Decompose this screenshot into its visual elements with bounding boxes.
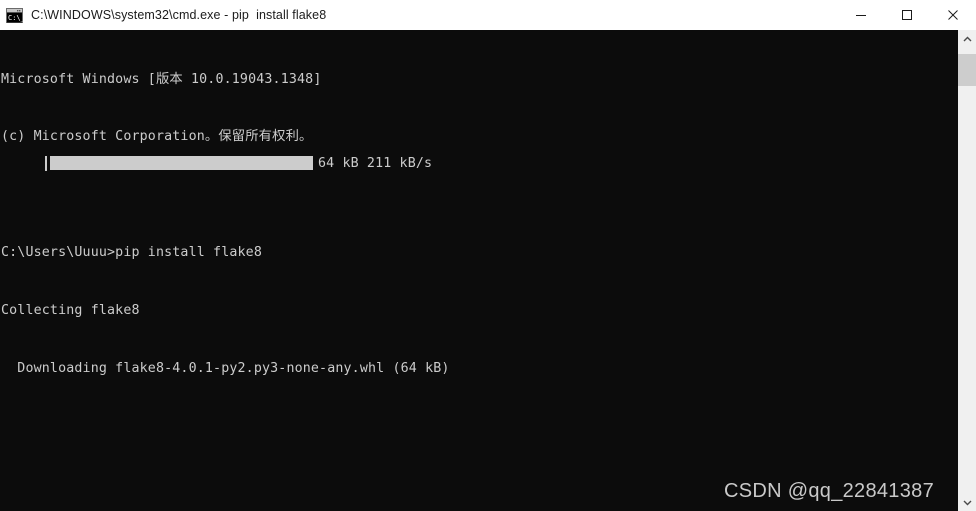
progress-stats-text: 64 kB 211 kB/s [318, 156, 433, 171]
window-title: C:\WINDOWS\system32\cmd.exe - pip instal… [31, 8, 327, 22]
scroll-up-icon [963, 30, 972, 48]
scrollbar-thumb[interactable] [958, 54, 976, 86]
window-titlebar[interactable]: C:\_ C:\WINDOWS\system32\cmd.exe - pip i… [0, 0, 976, 30]
vertical-scrollbar[interactable] [958, 30, 976, 511]
download-progress-line: 64 kB 211 kB/s [0, 154, 958, 173]
maximize-icon [901, 9, 913, 21]
console-line: (c) Microsoft Corporation。保留所有权利。 [1, 129, 313, 145]
cmd-console-icon: C:\_ [6, 7, 26, 23]
console-line: Downloading flake8-4.0.1-py2.py3-none-an… [1, 361, 450, 377]
maximize-button[interactable] [884, 0, 930, 30]
window-controls [838, 0, 976, 30]
scrollbar-track[interactable] [958, 48, 976, 493]
progress-bar-fill [50, 156, 313, 170]
svg-text:C:\_: C:\_ [8, 14, 23, 22]
minimize-button[interactable] [838, 0, 884, 30]
minimize-icon [855, 9, 867, 21]
console-prompt-line: C:\Users\Uuuu>pip install flake8 [1, 245, 262, 261]
scroll-down-icon [963, 493, 972, 511]
console-line: Collecting flake8 [1, 303, 140, 319]
console-output-area[interactable]: Microsoft Windows [版本 10.0.19043.1348] (… [0, 30, 958, 511]
csdn-watermark: CSDN @qq_22841387 [724, 480, 934, 502]
progress-bar-start-marker [45, 156, 47, 171]
close-icon [947, 9, 959, 21]
console-text-block: Microsoft Windows [版本 10.0.19043.1348] (… [1, 31, 450, 417]
scroll-up-button[interactable] [958, 30, 976, 48]
cmd-window: C:\_ C:\WINDOWS\system32\cmd.exe - pip i… [0, 0, 976, 511]
console-line: Microsoft Windows [版本 10.0.19043.1348] [1, 71, 322, 87]
scroll-down-button[interactable] [958, 493, 976, 511]
close-button[interactable] [930, 0, 976, 30]
